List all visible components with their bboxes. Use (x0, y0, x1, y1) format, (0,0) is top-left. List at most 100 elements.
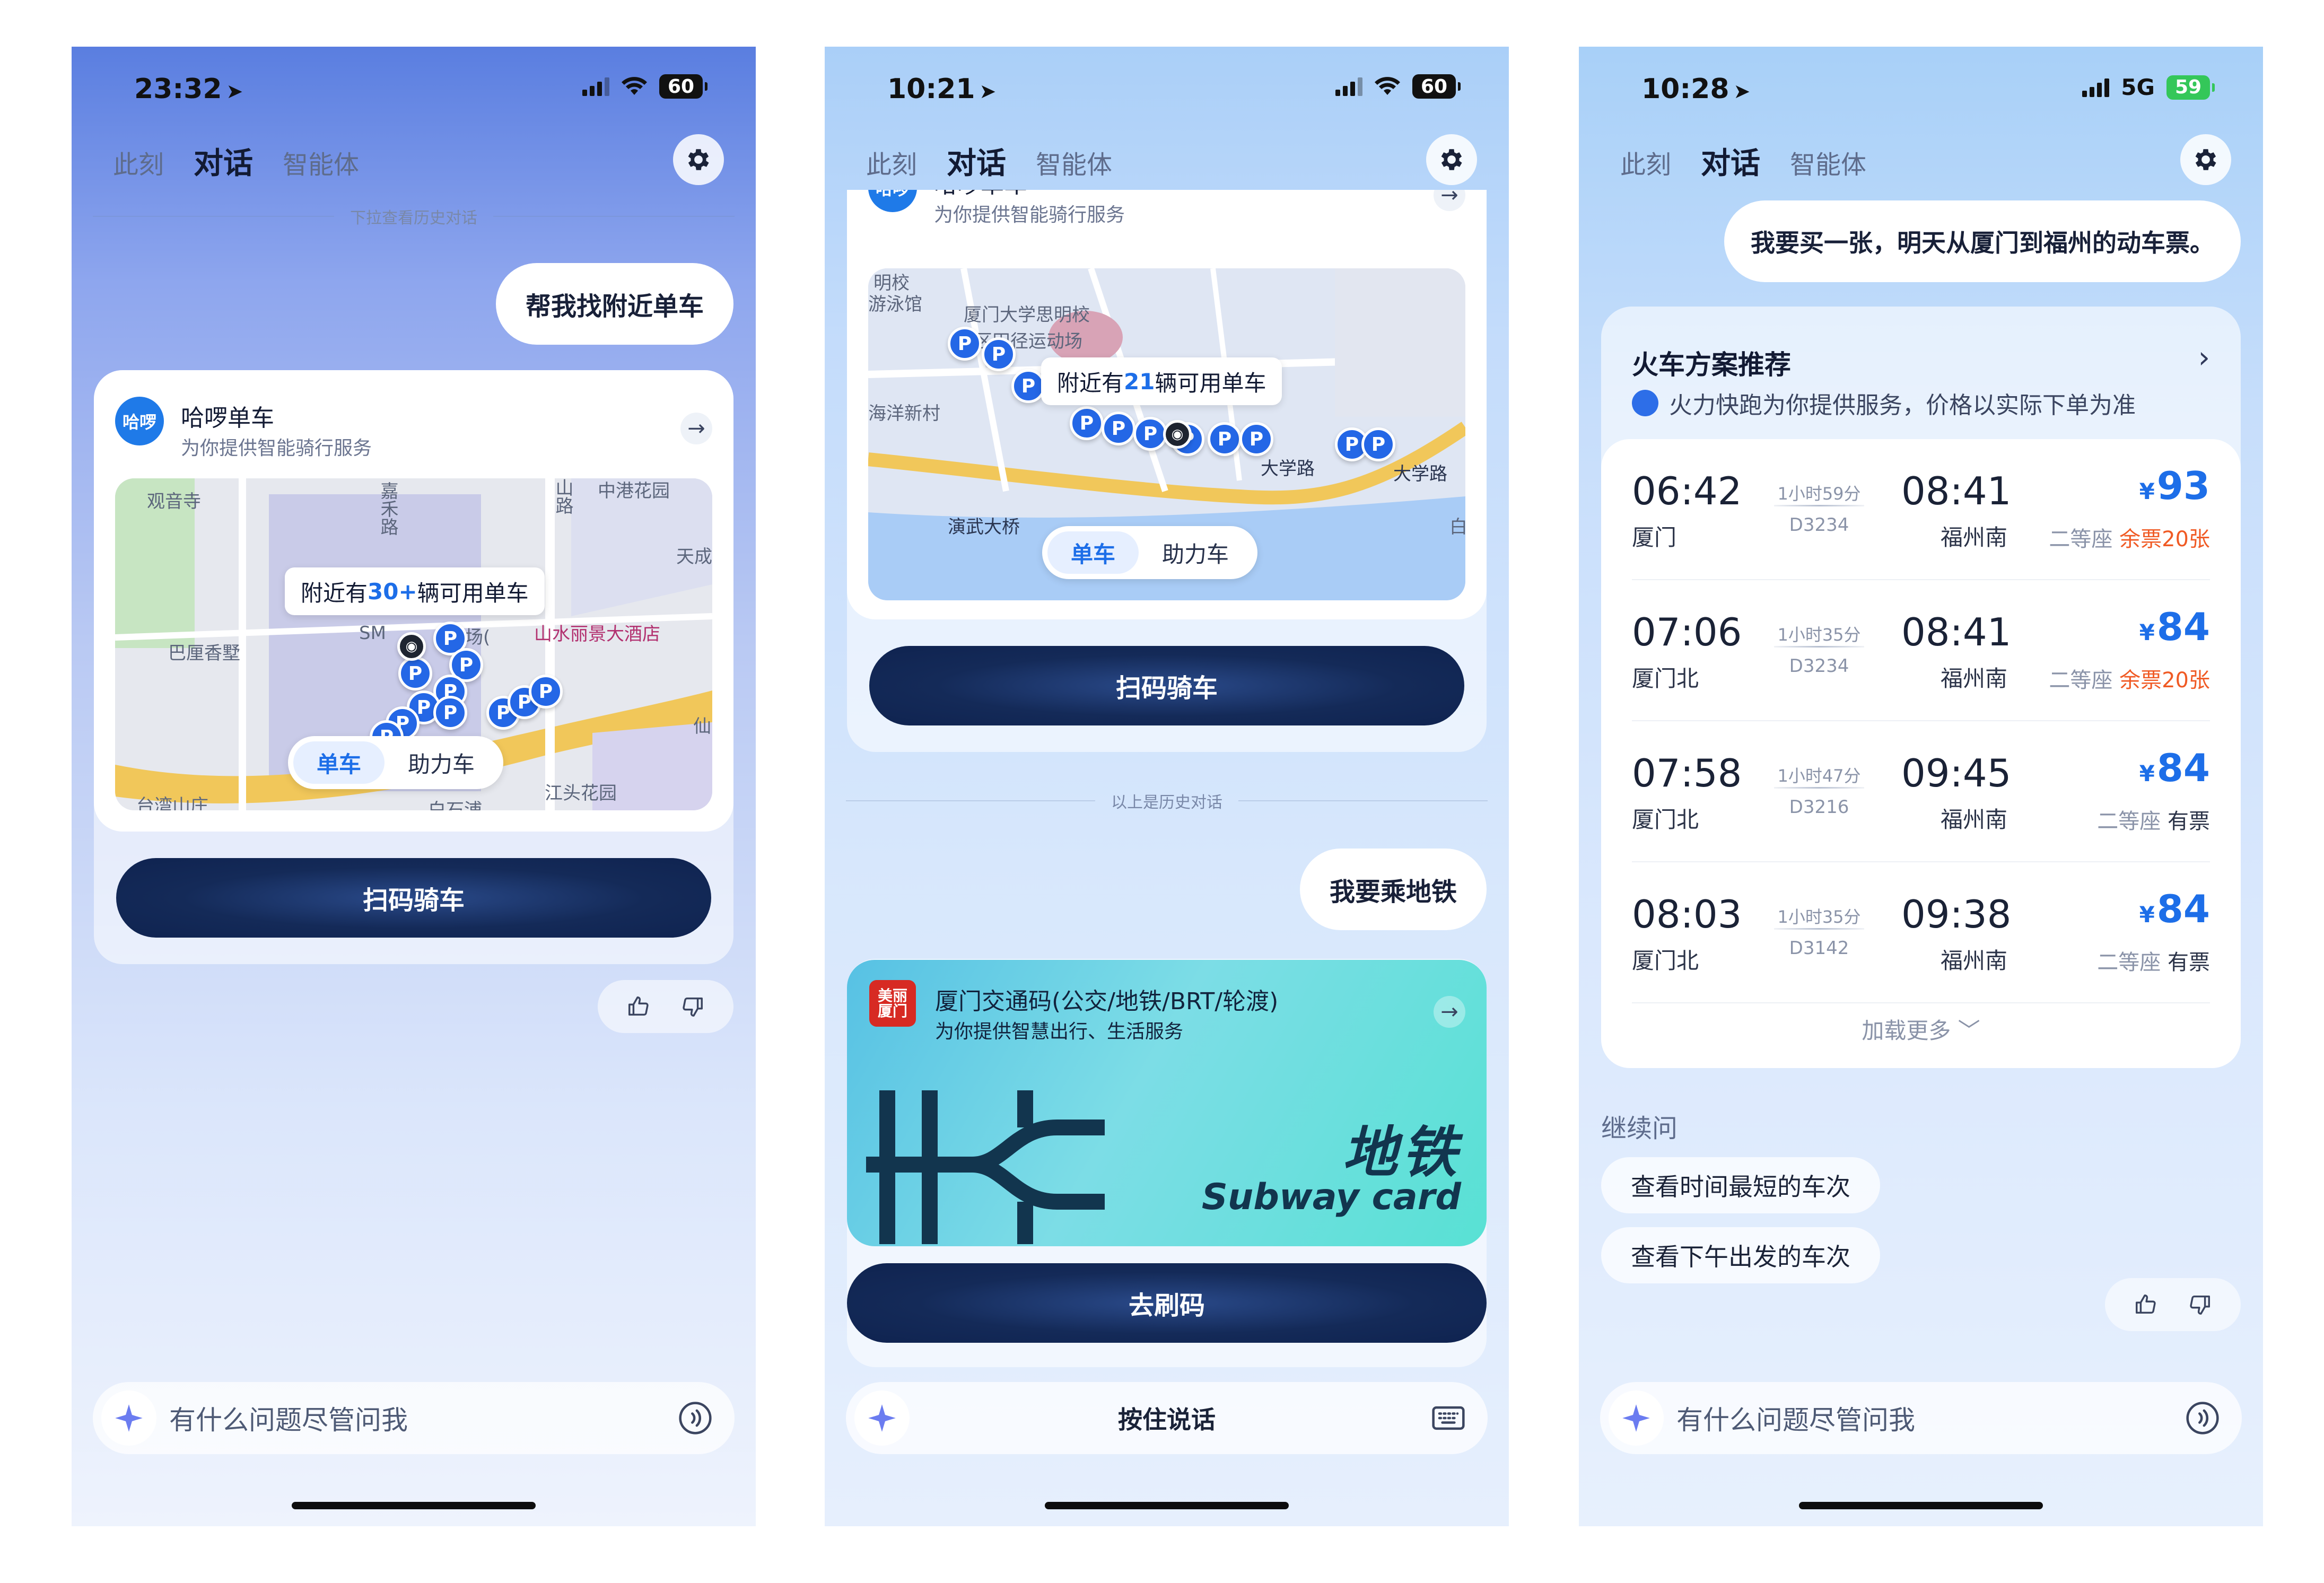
parking-pin-icon[interactable]: P (1133, 417, 1167, 451)
thumbs-down-icon[interactable] (2188, 1292, 2212, 1317)
chat-input-placeholder[interactable]: 有什么问题尽管问我 (1676, 1382, 1915, 1454)
thumbs-up-icon[interactable] (2134, 1292, 2158, 1317)
tab-chat[interactable]: 对话 (194, 139, 253, 182)
top-tabs: 此刻 对话 智能体 (866, 139, 1112, 182)
follow-up-chip[interactable]: 查看时间最短的车次 (1601, 1157, 1880, 1213)
map-label: 场( (465, 627, 491, 648)
parking-pin-icon[interactable]: P (1011, 369, 1045, 403)
signal-icon (1335, 77, 1362, 96)
map-label: 大学路 (1261, 458, 1315, 479)
map-label: 天成 (676, 546, 712, 567)
gear-icon (1441, 149, 1462, 170)
service-name: 哈啰单车 (934, 190, 1027, 199)
arrival-station: 福州南 (1941, 666, 2008, 692)
voice-input-bar[interactable]: 按住说话 (846, 1382, 1488, 1454)
chat-input-bar[interactable]: 有什么问题尽管问我 (1600, 1382, 2242, 1454)
service-subtitle: 为你提供智能骑行服务 (934, 204, 1125, 226)
map-label: 巴厘香墅 (168, 643, 240, 664)
parking-pin-icon[interactable]: P (1102, 412, 1135, 445)
tickets-left: 余票20张 (2119, 668, 2210, 693)
thumbs-up-icon[interactable] (626, 994, 651, 1019)
signal-icon (2082, 78, 2110, 97)
transit-service-header[interactable]: 美丽厦门 厦门交通码(公交/地铁/BRT/轮渡) 为你提供智慧出行、生活服务 → (869, 975, 1465, 1043)
arrival-station: 福州南 (1941, 524, 2008, 550)
service-header[interactable]: 哈啰 哈啰单车 为你提供智能骑行服务 → (868, 190, 1465, 226)
tab-agents[interactable]: 智能体 (283, 144, 359, 181)
sparkle-icon[interactable] (101, 1390, 156, 1446)
tab-now[interactable]: 此刻 (866, 144, 917, 181)
chat-input-bar[interactable]: 有什么问题尽管问我 (93, 1382, 735, 1454)
map-label: 大学路 (1393, 463, 1447, 485)
arrow-right-icon[interactable]: → (680, 413, 712, 444)
train-code: D3216 (1789, 797, 1849, 818)
voice-icon[interactable] (2185, 1400, 2221, 1436)
load-more-button[interactable]: 加载更多 ﹀ (1601, 1013, 2241, 1045)
settings-button[interactable] (2180, 134, 2231, 185)
bike-count-tip: 附近有 30+ 辆可用单车 (285, 567, 545, 615)
current-location-icon: ◉ (397, 632, 426, 661)
train-row[interactable]: 06:42 厦门 1小时59分 D3234 08:41 福州南 ¥93 二等座 余票20张 (1632, 439, 2210, 580)
settings-button[interactable] (1426, 134, 1477, 185)
price-value: 93 (2156, 463, 2210, 508)
thumbs-down-icon[interactable] (680, 994, 705, 1019)
bike-map[interactable]: 明校 游泳馆 厦门大学思明校 区田径运动场 海洋新村 演武大桥 大学路 大学路 … (868, 268, 1465, 600)
map-label: 白 (1449, 517, 1465, 538)
duration-line (1774, 928, 1864, 930)
duration-line (1774, 505, 1864, 506)
tickets-left: 有票 (2168, 809, 2210, 834)
parking-pin-icon[interactable]: P (1239, 422, 1273, 456)
voice-icon[interactable] (677, 1400, 713, 1436)
tab-chat[interactable]: 对话 (1701, 139, 1760, 182)
keyboard-icon[interactable] (1430, 1400, 1466, 1436)
follow-up-chip[interactable]: 查看下午出发的车次 (1601, 1227, 1880, 1283)
user-message: 我要乘地铁 (1299, 849, 1487, 930)
service-header[interactable]: 哈啰 哈啰单车 为你提供智能骑行服务 → (115, 391, 712, 459)
map-label: 厦门大学思明校 (964, 304, 1090, 326)
chevron-right-icon[interactable]: › (2198, 340, 2210, 375)
bike-map[interactable]: 观音寺 嘉禾路 中港花园 山路 天成 巴厘香墅 SM 场( 山水丽景大酒店 仙 … (115, 478, 712, 810)
parking-pin-icon[interactable]: P (1070, 406, 1104, 440)
service-name: 哈啰单车 (181, 405, 274, 432)
parking-pin-icon[interactable]: P (982, 337, 1016, 371)
service-subtitle: 为你提供智能骑行服务 (181, 438, 372, 459)
tip-suffix: 辆可用单车 (417, 580, 529, 606)
sparkle-icon[interactable] (1609, 1390, 1664, 1446)
map-label: 演武大桥 (948, 517, 1020, 538)
arrow-right-icon[interactable]: → (1434, 996, 1465, 1028)
parking-pin-icon[interactable]: P (398, 657, 432, 690)
scan-ride-button[interactable]: 扫码骑车 (116, 858, 711, 938)
hold-to-talk-label[interactable]: 按住说话 (846, 1382, 1488, 1454)
chat-input-placeholder[interactable]: 有什么问题尽管问我 (169, 1382, 408, 1454)
settings-button[interactable] (673, 134, 724, 185)
phone-screen-bike-search: 23:32 ➤ 60 此刻 对话 智能体 下拉查看历史对话 帮我找附近单车 哈啰 … (72, 47, 756, 1526)
tab-agents[interactable]: 智能体 (1036, 144, 1112, 181)
map-label: 白石浦 (428, 800, 482, 810)
toggle-ebike[interactable]: 助力车 (385, 741, 498, 784)
tab-chat[interactable]: 对话 (947, 139, 1006, 182)
top-tabs: 此刻 对话 智能体 (1620, 139, 1866, 182)
toggle-bike[interactable]: 单车 (1047, 531, 1139, 574)
price-value: 84 (2156, 605, 2210, 649)
train-card-title[interactable]: 火车方案推荐 (1632, 344, 1791, 382)
tab-agents[interactable]: 智能体 (1790, 144, 1866, 181)
history-divider: 以上是历史对话 (846, 790, 1488, 812)
parking-pin-icon[interactable]: P (1208, 422, 1242, 456)
toggle-ebike[interactable]: 助力车 (1139, 531, 1252, 574)
train-row[interactable]: 07:58 厦门北 1小时47分 D3216 09:45 福州南 ¥84 二等座 有票 (1632, 721, 2210, 862)
train-row[interactable]: 08:03 厦门北 1小时35分 D3142 09:38 福州南 ¥84 二等座 有票 (1632, 862, 2210, 1003)
parking-pin-icon[interactable]: P (1361, 427, 1395, 461)
arrow-right-icon[interactable]: → (1434, 190, 1465, 211)
tab-now[interactable]: 此刻 (113, 144, 164, 181)
scan-ride-button[interactable]: 扫码骑车 (869, 646, 1464, 725)
toggle-bike[interactable]: 单车 (293, 741, 385, 784)
parking-pin-icon[interactable]: P (529, 675, 563, 709)
tab-now[interactable]: 此刻 (1620, 144, 1671, 181)
parking-pin-icon[interactable]: P (433, 696, 467, 730)
show-code-button[interactable]: 去刷码 (847, 1263, 1487, 1343)
tickets-left: 有票 (2168, 950, 2210, 975)
train-row[interactable]: 07:06 厦门北 1小时35分 D3234 08:41 福州南 ¥84 二等座 余票20张 (1632, 580, 2210, 721)
departure-time: 07:58 (1632, 751, 1742, 795)
parking-pin-icon[interactable]: P (948, 327, 982, 361)
status-bar-right: 5G 59 (2082, 74, 2215, 100)
subway-card[interactable]: 美丽厦门 厦门交通码(公交/地铁/BRT/轮渡) 为你提供智慧出行、生活服务 →… (847, 960, 1487, 1246)
